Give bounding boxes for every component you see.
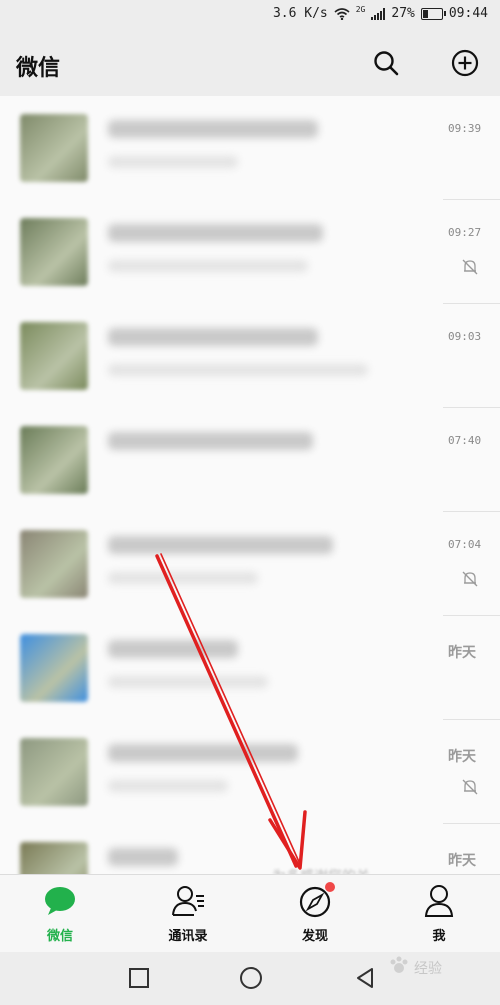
chat-time: 09:39 bbox=[448, 122, 482, 135]
avatar bbox=[20, 426, 88, 494]
search-icon[interactable] bbox=[371, 48, 401, 78]
chat-message-blurred bbox=[108, 156, 238, 168]
net-speed: 3.6 K/s bbox=[272, 6, 328, 21]
avatar bbox=[20, 322, 88, 390]
watermark-text: 经验 bbox=[414, 961, 442, 977]
compass-icon bbox=[297, 882, 335, 919]
tab-label: 通讯录 bbox=[168, 929, 208, 944]
wifi-icon bbox=[334, 7, 350, 20]
chat-name-blurred bbox=[108, 640, 238, 658]
chat-name-blurred bbox=[108, 848, 178, 866]
mute-bell-icon bbox=[462, 779, 478, 795]
clock: 09:44 bbox=[448, 6, 488, 21]
badge-dot bbox=[325, 882, 335, 892]
tab-discover[interactable]: 发现 bbox=[270, 882, 360, 944]
chat-time: 09:03 bbox=[448, 330, 482, 343]
avatar bbox=[20, 842, 88, 874]
chat-name-blurred bbox=[108, 120, 318, 138]
tab-label: 我 bbox=[432, 929, 446, 944]
tab-chats[interactable]: 微信 bbox=[15, 883, 105, 944]
mute-bell-icon bbox=[462, 259, 478, 275]
chat-time: 昨天 bbox=[448, 853, 476, 869]
avatar bbox=[20, 634, 88, 702]
chat-row[interactable]: 09:03 bbox=[0, 304, 500, 408]
chat-name-blurred bbox=[108, 224, 323, 242]
avatar bbox=[20, 738, 88, 806]
app-header: 微信 bbox=[0, 30, 500, 96]
tab-contacts[interactable]: 通讯录 bbox=[143, 883, 233, 944]
chat-bubble-icon bbox=[42, 883, 78, 919]
avatar bbox=[20, 218, 88, 286]
page-title: 微信 bbox=[16, 56, 61, 81]
avatar bbox=[20, 114, 88, 182]
chat-row[interactable]: 07:40 bbox=[0, 408, 500, 512]
chat-name-blurred bbox=[108, 536, 333, 554]
chat-row[interactable]: 昨天 bbox=[0, 616, 500, 720]
chat-row[interactable]: 07:04 bbox=[0, 512, 500, 616]
chat-name-blurred bbox=[108, 744, 298, 762]
chat-message-blurred bbox=[108, 676, 268, 688]
chat-time: 09:27 bbox=[448, 226, 482, 239]
chat-name-blurred bbox=[108, 432, 313, 450]
tab-label: 发现 bbox=[301, 929, 328, 944]
home-icon[interactable] bbox=[239, 966, 263, 990]
network-type: 2G bbox=[355, 5, 366, 14]
chat-message-blurred bbox=[108, 780, 228, 792]
plus-circle-icon[interactable] bbox=[450, 48, 480, 78]
chat-message-blurred bbox=[108, 572, 258, 584]
chat-row[interactable]: 昨天 bbox=[0, 824, 500, 874]
person-icon bbox=[421, 883, 457, 919]
watermark-logo bbox=[390, 956, 408, 973]
chat-time: 07:40 bbox=[448, 434, 482, 447]
signal-icon bbox=[371, 7, 386, 20]
avatar bbox=[20, 530, 88, 598]
chat-list: 09:39 09:27 09:03 07:40 07:04 昨天 昨天 昨天 bbox=[0, 96, 500, 874]
contacts-icon bbox=[170, 883, 206, 919]
chat-name-blurred bbox=[108, 328, 318, 346]
recent-apps-icon[interactable] bbox=[127, 966, 151, 990]
chat-time: 昨天 bbox=[448, 749, 476, 765]
battery-icon bbox=[420, 7, 446, 20]
chat-message-blurred bbox=[108, 260, 308, 272]
chat-row[interactable]: 09:39 bbox=[0, 96, 500, 200]
tab-bar: 微信 通讯录 发现 我 bbox=[0, 874, 500, 953]
chat-time: 07:04 bbox=[448, 538, 482, 551]
chat-time: 昨天 bbox=[448, 645, 476, 661]
chat-message-blurred bbox=[108, 364, 368, 376]
mute-bell-icon bbox=[462, 571, 478, 587]
tab-label: 微信 bbox=[46, 929, 73, 944]
status-bar: 3.6 K/s 2G 27% 09:44 bbox=[0, 0, 500, 30]
chat-row[interactable]: 昨天 bbox=[0, 720, 500, 824]
back-icon[interactable] bbox=[353, 966, 377, 990]
battery-percent: 27% bbox=[391, 6, 415, 21]
chat-row[interactable]: 09:27 bbox=[0, 200, 500, 304]
tab-me[interactable]: 我 bbox=[394, 883, 484, 944]
